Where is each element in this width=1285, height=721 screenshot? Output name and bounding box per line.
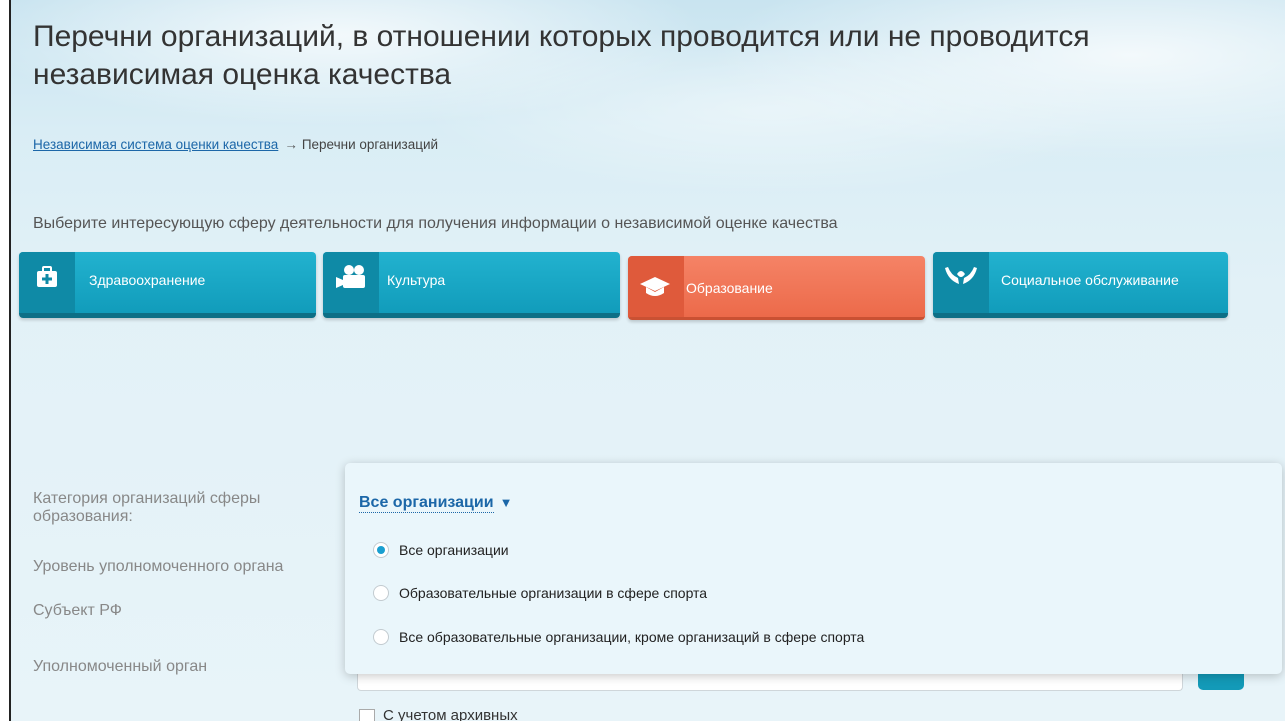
sphere-label-health: Здравоохранение xyxy=(89,272,206,288)
label-authority-level: Уровень уполномоченного органа xyxy=(33,558,284,575)
label-subject: Субъект РФ xyxy=(33,602,122,619)
radio-unchecked[interactable] xyxy=(373,629,389,645)
radio-checked[interactable] xyxy=(373,542,389,558)
sphere-label-culture: Культура xyxy=(387,272,446,288)
label-category: Категория организаций сферы образования: xyxy=(33,490,261,525)
category-dropdown: Все организации ▼ Все организации Образов… xyxy=(345,463,1282,674)
sphere-button-culture[interactable]: Культура xyxy=(323,252,620,318)
breadcrumb: Независимая система оценки качества → Пере… xyxy=(33,137,438,152)
sphere-button-health[interactable]: Здравоохранение xyxy=(19,252,316,318)
category-dropdown-toggle[interactable]: Все организации ▼ xyxy=(359,494,513,513)
page-frame: Перечни организаций, в отношении которых… xyxy=(9,0,1285,721)
sphere-label-education: Образование xyxy=(686,280,773,296)
search-button[interactable] xyxy=(1198,672,1244,690)
option-label: Образовательные организации в сфере спор… xyxy=(399,585,708,601)
breadcrumb-current: Перечни организаций xyxy=(301,137,439,152)
option-label: Все образовательные организации, кроме о… xyxy=(399,629,865,645)
graduation-cap-icon xyxy=(628,256,684,317)
option-label: Все организации xyxy=(399,542,509,558)
breadcrumb-arrow-icon: → xyxy=(284,137,298,152)
caring-hands-icon xyxy=(933,252,989,313)
authority-input[interactable] xyxy=(357,672,1183,691)
label-authority: Уполномоченный орган xyxy=(33,658,208,675)
page-title: Перечни организаций, в отношении которых… xyxy=(33,20,1090,91)
breadcrumb-link-nok[interactable]: Независимая система оценки качества xyxy=(33,137,278,152)
archive-label: С учетом архивных xyxy=(383,707,518,721)
medical-kit-icon xyxy=(19,252,75,313)
sphere-button-education[interactable]: Образование xyxy=(628,256,925,320)
sphere-intro-text: Выберите интересующую сферу деятельности… xyxy=(33,215,838,232)
film-camera-icon xyxy=(323,252,379,313)
sphere-label-social: Социальное обслуживание xyxy=(1001,272,1179,288)
radio-unchecked[interactable] xyxy=(373,585,389,601)
caret-down-icon: ▼ xyxy=(499,495,513,510)
sphere-button-social[interactable]: Социальное обслуживание xyxy=(933,252,1228,318)
archive-checkbox[interactable] xyxy=(359,709,375,721)
category-selected-value: Все организации xyxy=(359,494,494,513)
